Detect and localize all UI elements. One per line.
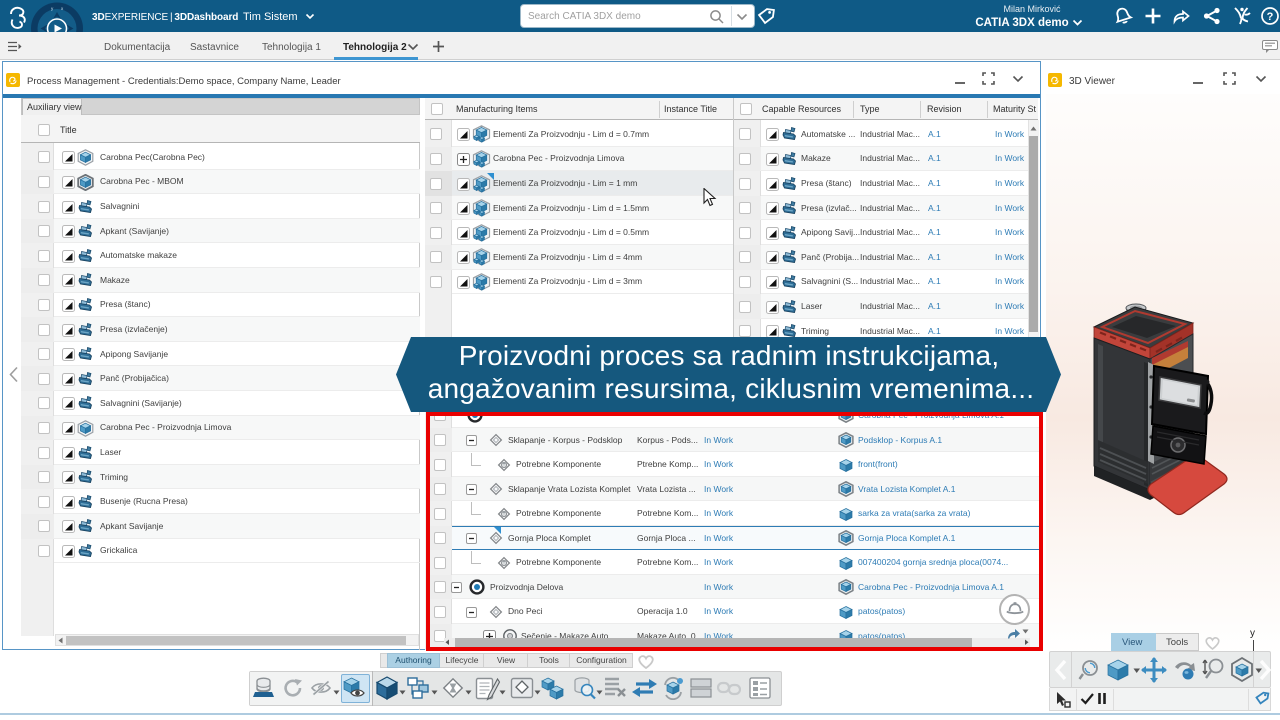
svg-text:?: ? xyxy=(1267,11,1274,23)
